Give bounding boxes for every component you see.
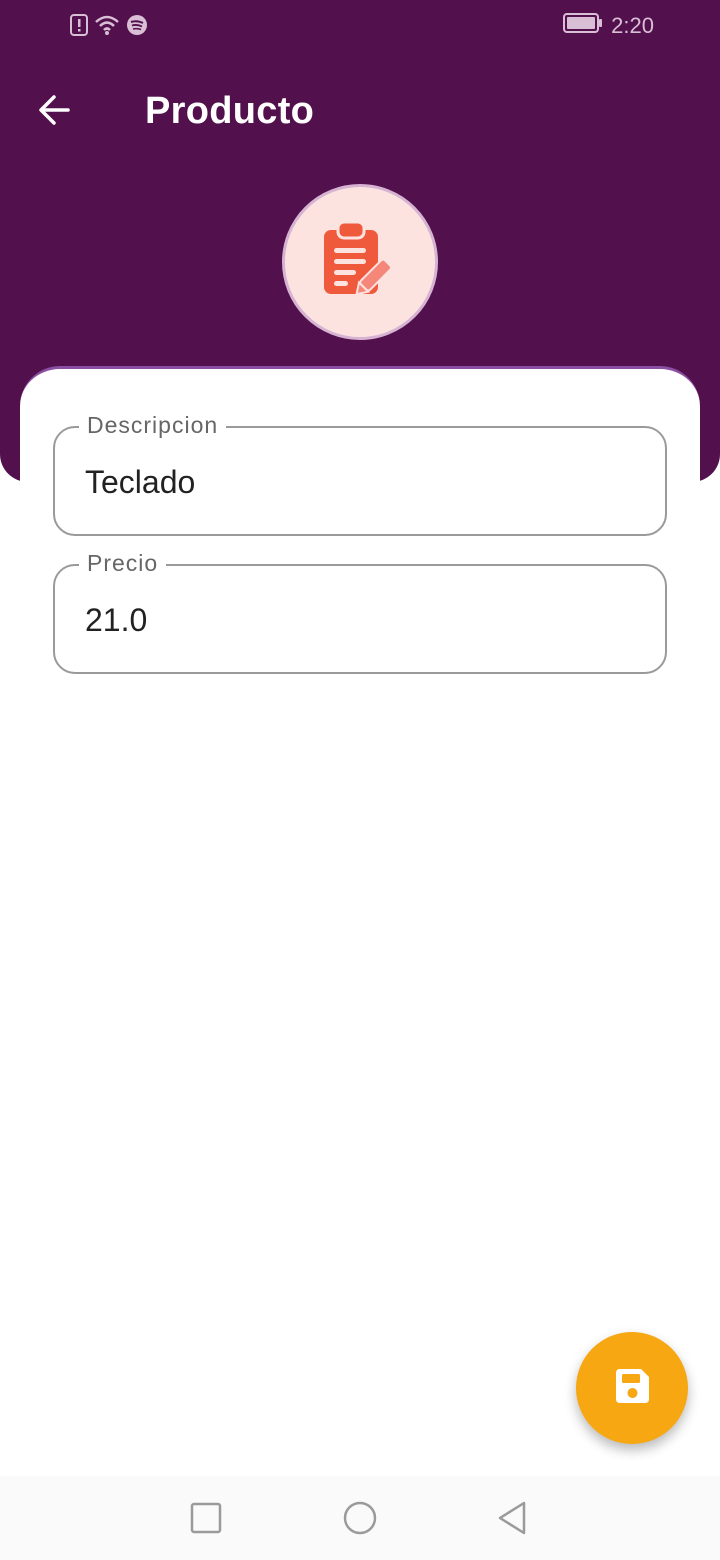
recent-apps-icon [186,1502,226,1542]
status-icons-right: 2:20 [563,12,654,39]
save-icon [612,1366,652,1411]
precio-label: Precio [79,550,167,577]
descripcion-label: Descripcion [79,412,227,439]
recent-apps-button[interactable] [186,1498,226,1538]
status-time: 2:20 [611,12,654,38]
wifi-icon [94,14,120,41]
save-button[interactable] [576,1332,688,1444]
alert-icon [70,14,88,41]
back-nav-icon [492,1501,532,1542]
home-button[interactable] [340,1498,380,1538]
back-nav-button[interactable] [492,1498,532,1538]
app-bar: Producto [0,72,720,152]
spotify-icon [126,14,148,41]
precio-input[interactable]: 21.0 [85,602,147,639]
page-title: Producto [145,90,315,132]
system-nav-bar [0,1476,720,1560]
clipboard-edit-icon [318,218,402,307]
back-button[interactable] [28,86,80,138]
arrow-left-icon [36,92,72,133]
descripcion-field[interactable]: Descripcion Teclado [53,412,667,536]
home-icon [340,1501,380,1542]
battery-icon [563,12,603,39]
descripcion-input[interactable]: Teclado [85,464,195,501]
status-icons-left [70,14,148,41]
precio-field[interactable]: Precio 21.0 [53,550,667,674]
product-avatar [282,184,438,340]
status-bar: 2:20 [0,0,720,56]
